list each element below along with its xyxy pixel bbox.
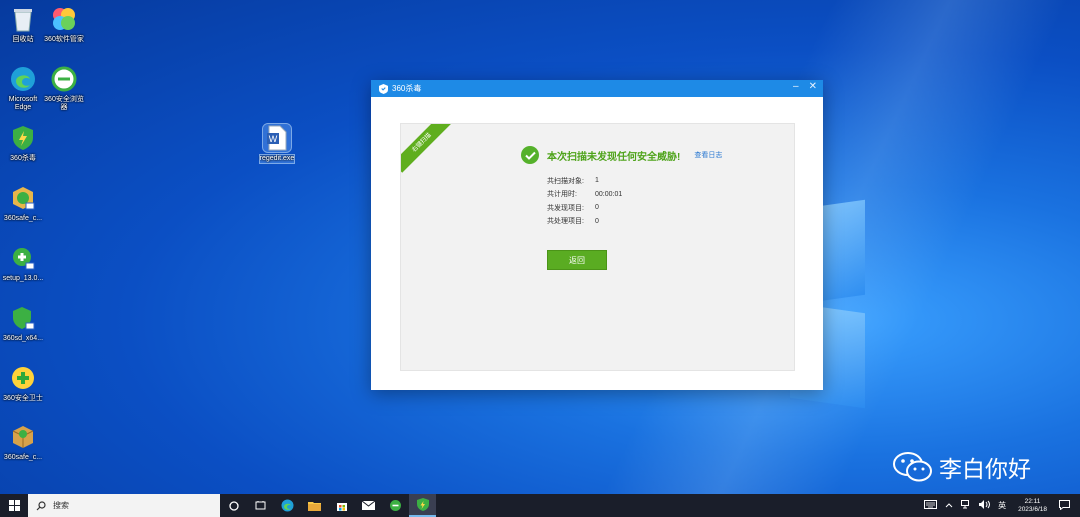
cortana-icon <box>228 500 239 511</box>
antivirus-icon <box>9 124 37 152</box>
taskbar-file-explorer[interactable] <box>301 494 328 517</box>
desktop-icon-360-security-guard[interactable]: 360安全卫士 <box>0 364 46 403</box>
stat-row: 共发现项目: 0 <box>547 201 622 215</box>
task-view-icon <box>255 500 266 509</box>
volume-icon[interactable] <box>979 500 991 511</box>
scan-type-ribbon: 右键扫描 <box>401 124 452 173</box>
desktop-icon-360safe-package[interactable]: 360safe_c... <box>0 423 46 462</box>
browser-icon <box>390 500 401 511</box>
svg-text:W: W <box>269 134 278 144</box>
notification-icon[interactable] <box>1059 499 1070 512</box>
desktop-icon-setup[interactable]: setup_13.0... <box>0 244 46 283</box>
edge-icon <box>281 499 294 512</box>
window-title: 360杀毒 <box>392 84 422 93</box>
taskbar-store[interactable] <box>328 494 355 517</box>
windows-icon <box>8 500 20 511</box>
watermark: 李白你好 <box>893 450 1031 484</box>
desktop-icon-edge[interactable]: Microsoft Edge <box>0 65 46 112</box>
chevron-up-icon[interactable] <box>945 501 953 510</box>
window-title-bar[interactable]: 360杀毒 – ✕ <box>371 80 823 97</box>
mail-icon <box>362 501 375 510</box>
close-button[interactable]: ✕ <box>809 81 817 92</box>
system-tray: 英 22:11 2023/6/18 <box>920 494 1080 517</box>
stat-label: 共处理项目: <box>547 218 584 226</box>
word-doc-icon: W <box>262 123 292 153</box>
antivirus-icon <box>416 498 429 511</box>
task-view-button[interactable] <box>247 494 274 517</box>
wechat-icon <box>893 452 932 482</box>
taskbar-360-browser[interactable] <box>382 494 409 517</box>
security-guard-icon <box>9 364 37 392</box>
installer-icon <box>9 244 37 272</box>
search-placeholder: 搜索 <box>53 501 69 510</box>
package-icon <box>9 423 37 451</box>
desktop-icon-software-manager[interactable]: 360软件管家 <box>41 5 87 44</box>
desktop-icon-regedit[interactable]: W regedit.exe <box>254 123 300 164</box>
recycle-bin-icon <box>9 5 37 33</box>
result-header: 本次扫描未发现任何安全威胁! 查看日志 <box>521 146 722 164</box>
desktop-icon-360sd-x64[interactable]: 360sd_x64... <box>0 304 46 343</box>
folder-icon <box>308 502 321 511</box>
network-icon[interactable] <box>961 500 971 511</box>
result-title: 本次扫描未发现任何安全威胁! <box>547 151 681 163</box>
back-button[interactable]: 返回 <box>547 250 607 270</box>
taskbar: 搜索 英 22:11 2023/6/18 <box>0 494 1080 517</box>
stat-value: 0 <box>595 217 599 225</box>
stat-label: 共计用时: <box>547 191 577 199</box>
start-button[interactable] <box>0 494 28 517</box>
view-log-link[interactable]: 查看日志 <box>694 150 722 160</box>
shield-icon <box>379 83 388 94</box>
browser-icon <box>50 65 78 93</box>
search-icon <box>36 500 46 510</box>
clock-date: 2023/6/18 <box>1018 505 1047 513</box>
taskbar-edge[interactable] <box>274 494 301 517</box>
desktop-icon-360-antivirus[interactable]: 360杀毒 <box>0 124 46 163</box>
input-language[interactable]: 英 <box>998 500 1006 511</box>
stat-row: 共计用时: 00:00:01 <box>547 188 622 202</box>
stat-row: 共扫描对象: 1 <box>547 174 622 188</box>
desktop-icon-360-browser[interactable]: 360安全浏览器 <box>41 65 87 112</box>
edge-icon <box>9 65 37 93</box>
antivirus-window: 360杀毒 – ✕ 右键扫描 本次扫描未发现任何安全威胁! 查看日志 共扫描对象… <box>371 80 823 390</box>
desktop-icon-360safe-installer[interactable]: 360safe_c... <box>0 184 46 223</box>
stat-value: 0 <box>595 204 599 212</box>
taskbar-search-box[interactable]: 搜索 <box>28 494 220 517</box>
stat-row: 共处理项目: 0 <box>547 215 622 229</box>
taskbar-mail[interactable] <box>355 494 382 517</box>
stat-value: 1 <box>595 177 599 185</box>
stat-label: 共扫描对象: <box>547 177 584 185</box>
check-icon <box>521 146 539 164</box>
desktop-icon-recycle-bin[interactable]: 回收站 <box>0 5 46 44</box>
clock-time: 22:11 <box>1024 497 1041 505</box>
installer-icon <box>9 304 37 332</box>
stat-label: 共发现项目: <box>547 204 584 212</box>
stat-value: 00:00:01 <box>595 190 623 198</box>
scan-result-panel: 右键扫描 本次扫描未发现任何安全威胁! 查看日志 共扫描对象: 1 共计用时: … <box>400 123 795 371</box>
store-icon <box>336 502 347 511</box>
keyboard-icon[interactable] <box>924 500 938 511</box>
cortana-button[interactable] <box>220 494 247 517</box>
scan-stats: 共扫描对象: 1 共计用时: 00:00:01 共发现项目: 0 共处理项目: … <box>547 174 622 228</box>
taskbar-360-antivirus[interactable] <box>409 494 436 517</box>
minimize-button[interactable]: – <box>793 81 799 92</box>
clock[interactable]: 22:11 2023/6/18 <box>1018 498 1047 514</box>
watermark-text: 李白你好 <box>939 456 1031 482</box>
software-manager-icon <box>50 5 78 33</box>
installer-icon <box>9 184 37 212</box>
